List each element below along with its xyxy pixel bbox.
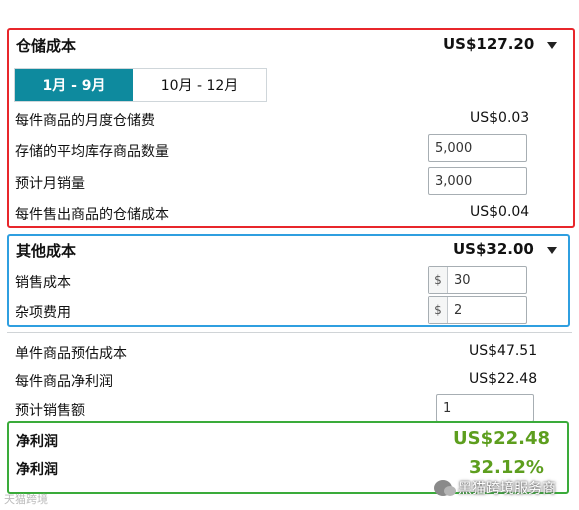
- avg-inventory-input[interactable]: 5,000: [428, 134, 527, 162]
- storage-per-unit-value: US$0.04: [470, 204, 530, 220]
- net-margin-percent: 32.12%: [469, 457, 544, 478]
- monthly-sales-label: 预计月销量: [15, 176, 85, 192]
- chevron-down-icon[interactable]: [547, 42, 557, 49]
- net-profit-per-unit-label: 每件商品净利润: [15, 374, 113, 390]
- net-profit-amount: US$22.48: [453, 428, 551, 449]
- misc-fee-label: 杂项费用: [15, 305, 71, 321]
- watermark-right: 黑猫跨境服务商: [434, 478, 556, 498]
- other-cost-total: US$32.00: [453, 240, 534, 258]
- cogs-label: 销售成本: [15, 275, 71, 291]
- avg-inventory-label: 存储的平均库存商品数量: [15, 144, 169, 160]
- other-cost-title: 其他成本: [16, 242, 77, 260]
- cogs-input[interactable]: $ 30: [428, 266, 527, 294]
- storage-per-unit-label: 每件售出商品的仓储成本: [15, 207, 169, 223]
- monthly-storage-fee-label: 每件商品的月度仓储费: [15, 113, 155, 129]
- season-tabs: 1月 - 9月 10月 - 12月: [14, 68, 267, 102]
- misc-fee-value: 2: [454, 302, 463, 318]
- misc-fee-input[interactable]: $ 2: [428, 296, 527, 324]
- net-profit-label: 净利润: [16, 434, 58, 450]
- watermark-right-text: 黑猫跨境服务商: [458, 481, 556, 497]
- est-cost-value: US$47.51: [469, 343, 538, 359]
- storage-cost-total: US$127.20: [443, 35, 535, 53]
- monthly-sales-input[interactable]: 3,000: [428, 167, 527, 195]
- net-profit-per-unit-value: US$22.48: [469, 371, 538, 387]
- storage-cost-title: 仓储成本: [16, 37, 77, 55]
- monthly-storage-fee-value: US$0.03: [470, 110, 530, 126]
- cogs-value: 30: [454, 272, 471, 288]
- watermark-left: 天猫跨境: [4, 493, 48, 506]
- est-sales-label: 预计销售额: [15, 403, 85, 419]
- net-margin-label: 净利润: [16, 462, 58, 478]
- est-sales-input[interactable]: 1: [436, 394, 534, 422]
- wechat-icon: [434, 480, 456, 496]
- currency-prefix: $: [429, 267, 448, 293]
- est-cost-label: 单件商品预估成本: [15, 346, 127, 362]
- tab-jan-sep[interactable]: 1月 - 9月: [15, 69, 133, 101]
- currency-prefix: $: [429, 297, 448, 323]
- chevron-down-icon[interactable]: [547, 247, 557, 254]
- tab-oct-dec[interactable]: 10月 - 12月: [133, 69, 266, 101]
- divider: [7, 332, 572, 333]
